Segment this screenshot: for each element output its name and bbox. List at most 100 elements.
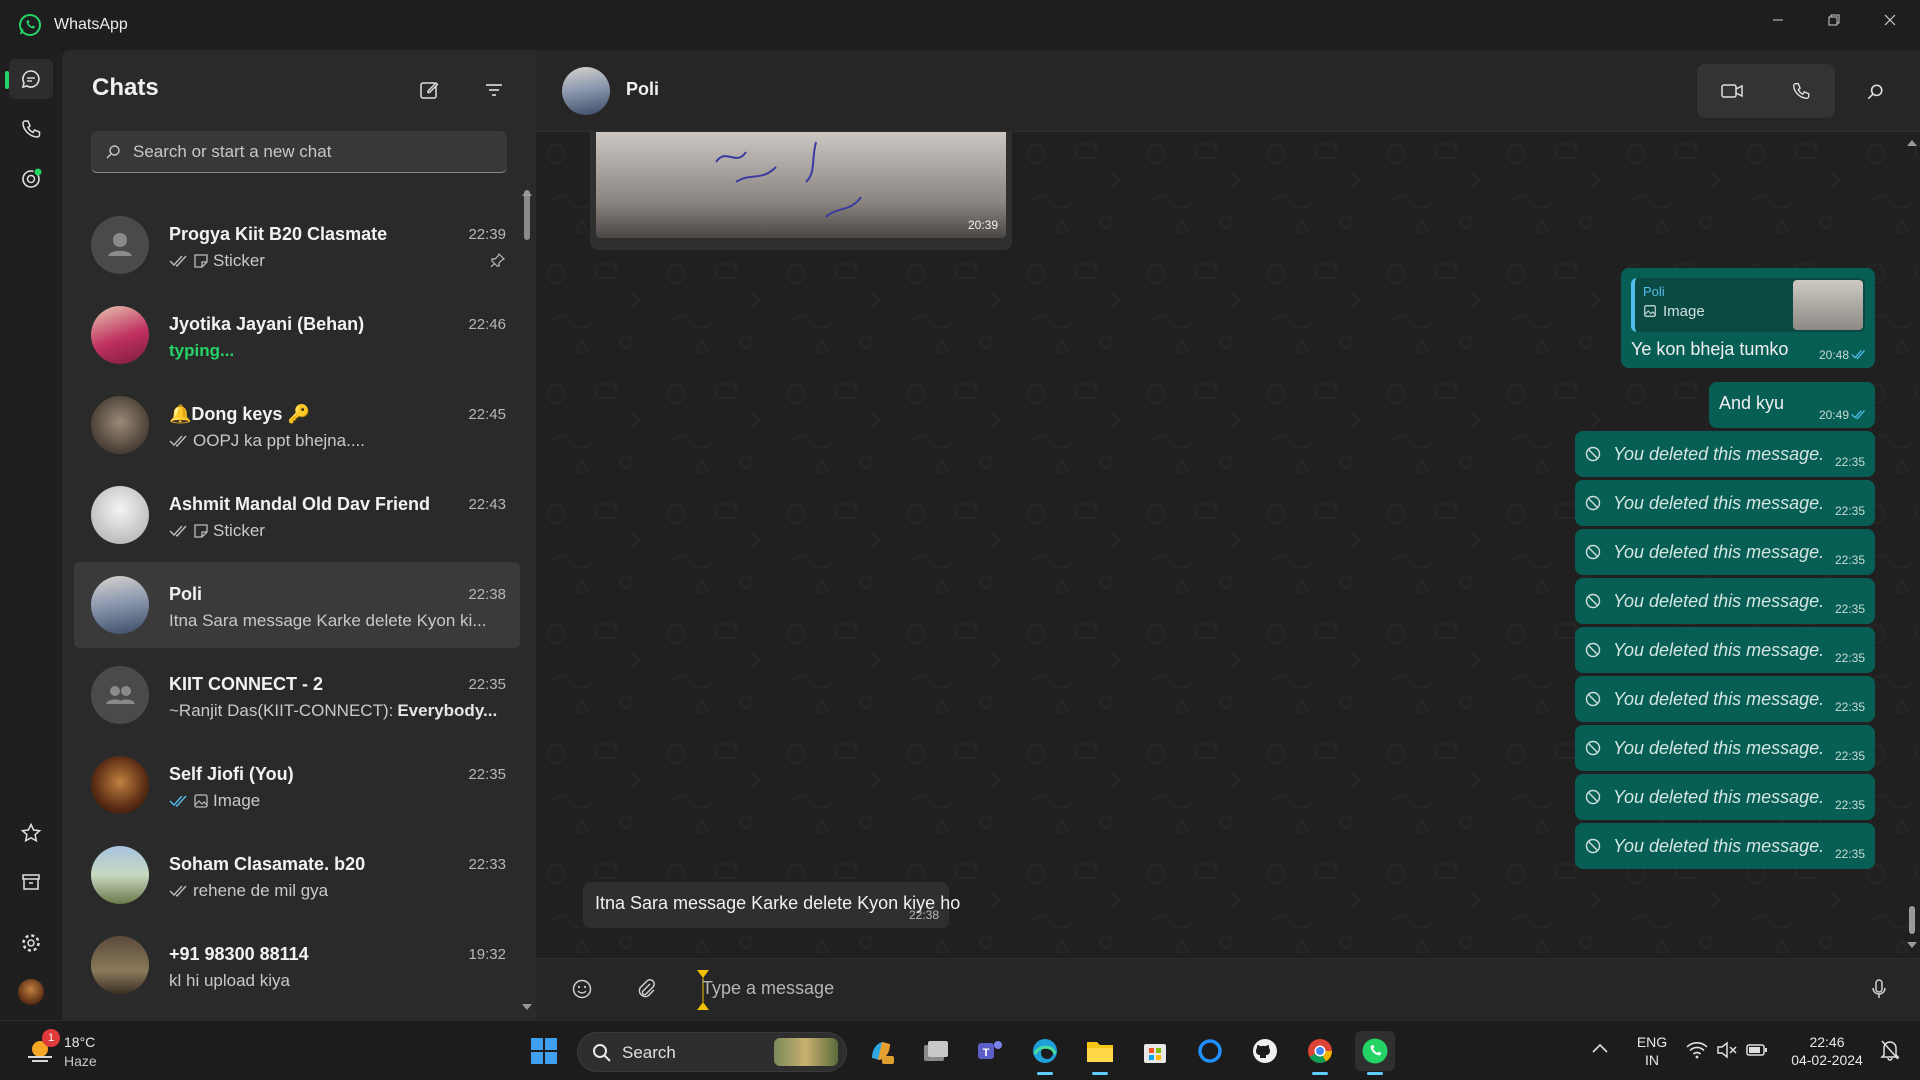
message-time: 20:48 <box>1818 348 1849 362</box>
search-input[interactable]: Search or start a new chat <box>91 131 507 173</box>
weather-widget[interactable]: 1 18°C Haze <box>20 1029 140 1073</box>
restore-button[interactable] <box>1806 0 1862 40</box>
message-list[interactable]: 20:39 Poli Image Ye kon bheja tumko 20:4… <box>536 132 1920 958</box>
rail-starred-button[interactable] <box>9 813 53 853</box>
emoji-button[interactable] <box>567 974 597 1004</box>
teams-app[interactable]: T <box>970 1031 1010 1071</box>
video-camera-icon <box>1720 82 1743 100</box>
reply-message[interactable]: Poli Image Ye kon bheja tumko 20:48 <box>1621 268 1875 368</box>
chat-preview: Sticker <box>169 251 509 271</box>
prohibited-icon <box>1585 789 1601 805</box>
image-message[interactable]: 20:39 <box>590 132 1012 250</box>
image-icon <box>193 793 209 809</box>
new-chat-button[interactable] <box>415 76 443 104</box>
chat-name: Self Jiofi (You) <box>169 764 294 784</box>
rail-archived-button[interactable] <box>9 862 53 902</box>
start-button[interactable] <box>524 1031 564 1071</box>
filter-button[interactable] <box>480 76 508 104</box>
battery-icon[interactable] <box>1746 1042 1768 1058</box>
messages-scrollbar[interactable] <box>1909 906 1915 934</box>
video-call-button[interactable] <box>1697 64 1766 118</box>
chat-time: 19:32 <box>468 946 506 963</box>
rail-calls-button[interactable] <box>9 109 53 149</box>
whatsapp-app[interactable] <box>1355 1031 1395 1075</box>
contact-avatar <box>91 576 149 634</box>
chat-row-poli[interactable]: Poli 22:38 Itna Sara message Karke delet… <box>74 562 520 648</box>
ring-icon <box>1196 1037 1224 1065</box>
group-default-avatar-icon <box>91 666 149 724</box>
speaker-muted-icon[interactable] <box>1716 1041 1738 1059</box>
read-receipt-icon <box>1851 349 1867 360</box>
contact-avatar <box>91 756 149 814</box>
notification-bell-icon[interactable] <box>1880 1039 1900 1061</box>
message-time: 20:39 <box>967 218 998 232</box>
quoted-type: Image <box>1663 303 1705 320</box>
attach-button[interactable] <box>631 974 661 1004</box>
chat-name: Ashmit Mandal Old Dav Friend <box>169 494 431 514</box>
chat-row-dong-keys[interactable]: 🔔Dong keys 🔑 22:45 OOPJ ka ppt bhejna...… <box>74 382 520 468</box>
prohibited-icon <box>1585 593 1601 609</box>
scroll-up-arrow-icon[interactable] <box>1907 140 1917 146</box>
quoted-message[interactable]: Poli Image <box>1631 278 1865 332</box>
chat-row-kiit-connect[interactable]: KIIT CONNECT - 2 22:35 ~Ranjit Das(KIIT-… <box>74 652 520 738</box>
github-app[interactable] <box>1245 1031 1285 1071</box>
cortana-app[interactable] <box>1190 1031 1230 1071</box>
chat-row-soham[interactable]: Soham Clasamate. b20 22:33 rehene de mil… <box>74 832 520 918</box>
scroll-down-arrow-icon[interactable] <box>522 1004 532 1010</box>
file-explorer-app[interactable] <box>1080 1031 1120 1075</box>
rail-settings-button[interactable] <box>9 923 53 963</box>
chevron-up-icon[interactable] <box>1592 1043 1608 1053</box>
prohibited-icon <box>1585 691 1601 707</box>
message-time: 22:35 <box>1834 700 1865 714</box>
voice-message-button[interactable] <box>1864 974 1894 1004</box>
deleted-message[interactable]: You deleted this message. 22:35 <box>1575 529 1875 575</box>
chrome-app[interactable] <box>1300 1031 1340 1075</box>
microsoft-store-app[interactable] <box>1135 1031 1175 1071</box>
conversation-header[interactable]: Poli <box>536 50 1920 132</box>
rail-status-button[interactable] <box>9 159 53 199</box>
deleted-message[interactable]: You deleted this message. 22:35 <box>1575 578 1875 624</box>
text-message[interactable]: And kyu 20:49 <box>1709 382 1875 428</box>
wifi-icon[interactable] <box>1686 1041 1708 1059</box>
scroll-down-arrow-icon[interactable] <box>1907 942 1917 948</box>
folder-icon <box>1085 1038 1115 1064</box>
emoji-icon <box>571 978 593 1000</box>
deleted-message[interactable]: You deleted this message. 22:35 <box>1575 823 1875 869</box>
chat-row-progya[interactable]: Progya Kiit B20 Clasmate 22:39 Sticker <box>74 202 520 288</box>
text-message[interactable]: Itna Sara message Karke delete Kyon kiye… <box>583 882 960 928</box>
taskbar-search[interactable]: Search <box>577 1032 847 1072</box>
edge-browser-app[interactable] <box>1025 1031 1065 1075</box>
close-window-button[interactable] <box>1862 0 1918 40</box>
search-placeholder: Search or start a new chat <box>133 141 332 161</box>
minimize-button[interactable] <box>1750 0 1806 40</box>
voice-call-button[interactable] <box>1766 64 1835 118</box>
task-view-app[interactable] <box>916 1031 956 1071</box>
chat-row-self[interactable]: Self Jiofi (You) 22:35 Image <box>74 742 520 828</box>
copilot-app[interactable] <box>861 1031 901 1071</box>
deleted-message[interactable]: You deleted this message. 22:35 <box>1575 627 1875 673</box>
deleted-message[interactable]: You deleted this message. 22:35 <box>1575 480 1875 526</box>
deleted-message[interactable]: You deleted this message. 22:35 <box>1575 431 1875 477</box>
deleted-message[interactable]: You deleted this message. 22:35 <box>1575 725 1875 771</box>
message-text: And kyu <box>1719 393 1785 413</box>
scroll-up-arrow-icon[interactable] <box>522 190 532 196</box>
system-clock[interactable]: 22:46 04-02-2024 <box>1780 1033 1874 1069</box>
chat-row-ashmit[interactable]: Ashmit Mandal Old Dav Friend 22:43 Stick… <box>74 472 520 558</box>
message-image[interactable]: 20:39 <box>596 132 1006 238</box>
chat-time: 22:35 <box>468 766 506 783</box>
deleted-message[interactable]: You deleted this message. 22:35 <box>1575 774 1875 820</box>
contact-name[interactable]: Poli <box>626 79 659 100</box>
message-time: 22:38 <box>908 908 939 922</box>
chat-list-scrollbar[interactable] <box>524 190 530 240</box>
message-input[interactable]: Type a message <box>702 978 834 999</box>
deleted-text: You deleted this message. <box>1613 640 1825 660</box>
search-icon <box>105 144 121 160</box>
chat-row-jyotika[interactable]: Jyotika Jayani (Behan) 22:46 typing... <box>74 292 520 378</box>
search-in-chat-button[interactable] <box>1860 77 1890 107</box>
rail-profile-button[interactable] <box>9 972 53 1012</box>
input-language[interactable]: ENG IN <box>1632 1033 1672 1069</box>
deleted-message[interactable]: You deleted this message. 22:35 <box>1575 676 1875 722</box>
chat-row-phone-number[interactable]: +91 98300 88114 19:32 kl hi upload kiya <box>74 922 520 1008</box>
rail-chats-button[interactable] <box>5 59 53 99</box>
contact-avatar[interactable] <box>562 67 610 115</box>
